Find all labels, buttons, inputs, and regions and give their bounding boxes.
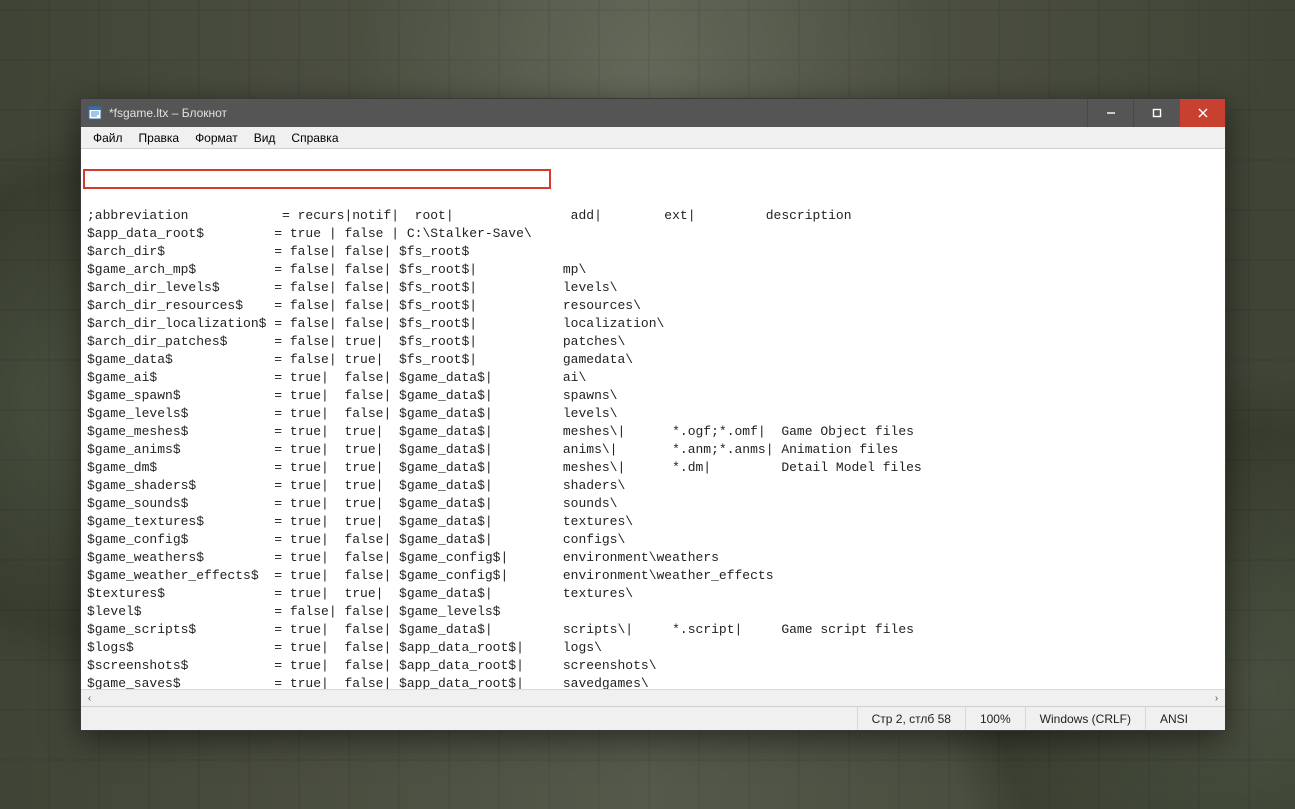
editor-line[interactable]: $app_data_root$ = true | false | C:\Stal… [87,225,1219,243]
menu-view[interactable]: Вид [246,129,284,147]
status-caret-position: Стр 2, стлб 58 [857,707,965,730]
editor-line[interactable]: $game_ai$ = true| false| $game_data$| ai… [87,369,1219,387]
scroll-track[interactable] [98,690,1208,706]
editor-line[interactable]: $game_textures$ = true| true| $game_data… [87,513,1219,531]
editor-line[interactable]: $game_weathers$ = true| false| $game_con… [87,549,1219,567]
editor-line[interactable]: $game_weather_effects$ = true| false| $g… [87,567,1219,585]
menu-help[interactable]: Справка [283,129,346,147]
menu-file[interactable]: Файл [85,129,131,147]
editor-line[interactable]: $game_dm$ = true| true| $game_data$| mes… [87,459,1219,477]
editor-line[interactable]: $game_config$ = true| false| $game_data$… [87,531,1219,549]
titlebar[interactable]: *fsgame.ltx – Блокнот [81,99,1225,127]
editor-line[interactable]: $game_spawn$ = true| false| $game_data$|… [87,387,1219,405]
chevron-right-icon: › [1215,693,1218,704]
editor-line[interactable]: $arch_dir_patches$ = false| true| $fs_ro… [87,333,1219,351]
editor-line[interactable]: $logs$ = true| false| $app_data_root$| l… [87,639,1219,657]
editor-line[interactable]: $game_meshes$ = true| true| $game_data$|… [87,423,1219,441]
status-zoom: 100% [965,707,1025,730]
editor-line[interactable]: $game_arch_mp$ = false| false| $fs_root$… [87,261,1219,279]
editor-container: ;abbreviation = recurs|notif| root| add|… [81,149,1225,706]
annotation-highlight-box [83,169,551,189]
status-encoding: ANSI [1145,707,1225,730]
editor-line[interactable]: $game_saves$ = true| false| $app_data_ro… [87,675,1219,689]
editor-line[interactable]: $game_shaders$ = true| true| $game_data$… [87,477,1219,495]
editor-line[interactable]: $game_anims$ = true| true| $game_data$| … [87,441,1219,459]
editor-line[interactable]: $screenshots$ = true| false| $app_data_r… [87,657,1219,675]
close-button[interactable] [1179,99,1225,127]
editor-line[interactable]: $game_scripts$ = true| false| $game_data… [87,621,1219,639]
horizontal-scrollbar[interactable]: ‹ › [81,689,1225,706]
statusbar: Стр 2, стлб 58 100% Windows (CRLF) ANSI [81,706,1225,730]
menubar: Файл Правка Формат Вид Справка [81,127,1225,149]
editor-line[interactable]: $textures$ = true| true| $game_data$| te… [87,585,1219,603]
text-editor[interactable]: ;abbreviation = recurs|notif| root| add|… [81,149,1225,689]
editor-line[interactable]: $game_sounds$ = true| true| $game_data$|… [87,495,1219,513]
scroll-left-button[interactable]: ‹ [81,690,98,707]
menu-edit[interactable]: Правка [131,129,188,147]
scroll-right-button[interactable]: › [1208,690,1225,707]
editor-line[interactable]: $arch_dir$ = false| false| $fs_root$ [87,243,1219,261]
editor-line[interactable]: $game_levels$ = true| false| $game_data$… [87,405,1219,423]
editor-line[interactable]: $arch_dir_resources$ = false| false| $fs… [87,297,1219,315]
notepad-icon [87,105,103,121]
editor-line[interactable]: ;abbreviation = recurs|notif| root| add|… [87,207,1219,225]
chevron-left-icon: ‹ [88,693,91,704]
editor-line[interactable]: $arch_dir_levels$ = false| false| $fs_ro… [87,279,1219,297]
status-line-ending: Windows (CRLF) [1025,707,1145,730]
editor-line[interactable]: $level$ = false| false| $game_levels$ [87,603,1219,621]
window-title: *fsgame.ltx – Блокнот [109,106,1087,120]
editor-line[interactable]: $arch_dir_localization$ = false| false| … [87,315,1219,333]
window-controls [1087,99,1225,127]
minimize-button[interactable] [1087,99,1133,127]
editor-line[interactable]: $game_data$ = false| true| $fs_root$| ga… [87,351,1219,369]
menu-format[interactable]: Формат [187,129,246,147]
maximize-button[interactable] [1133,99,1179,127]
notepad-window: *fsgame.ltx – Блокнот Файл Правка Формат… [80,98,1226,731]
